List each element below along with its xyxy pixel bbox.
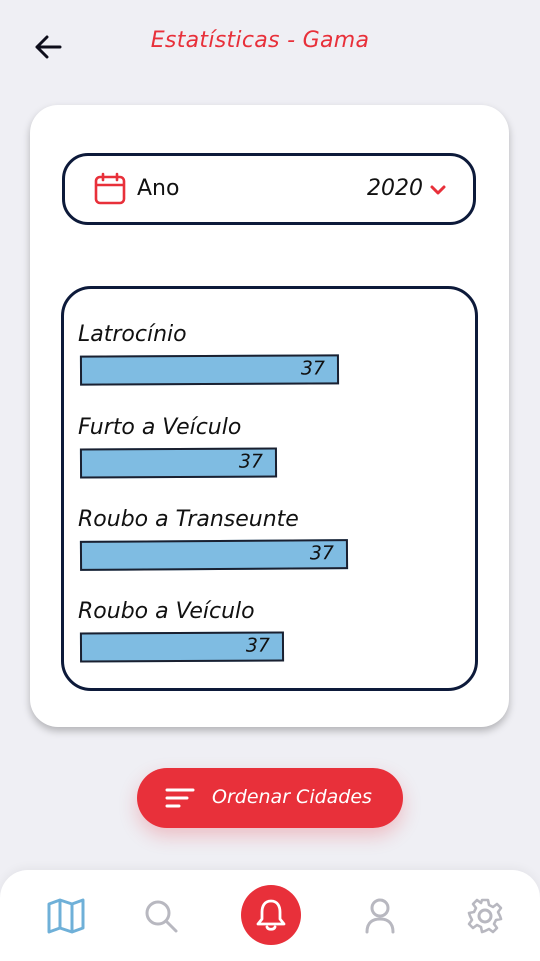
stat-label: Furto a Veículo — [78, 415, 242, 440]
year-value: 2020 — [367, 176, 423, 201]
user-icon — [365, 898, 395, 934]
order-cities-button[interactable]: Ordenar Cidades — [137, 768, 403, 828]
app-header: Estatísticas - Gama — [0, 0, 540, 90]
stat-label: Roubo a Veículo — [78, 599, 255, 624]
page-title: Estatísticas - Gama — [150, 28, 370, 53]
stat-bar: 37 — [79, 539, 349, 571]
stat-value: 37 — [300, 357, 326, 380]
stat-value: 37 — [245, 634, 271, 657]
bottom-navigation — [0, 870, 540, 961]
statistics-card: Ano 2020 Latrocínio 37 Furto a Veículo 3… — [30, 105, 509, 727]
nav-map[interactable] — [46, 896, 86, 936]
nav-profile[interactable] — [360, 896, 400, 936]
gear-icon — [467, 898, 503, 934]
bell-icon — [256, 899, 286, 931]
stat-bar: 37 — [79, 354, 340, 386]
year-select[interactable]: Ano 2020 — [62, 153, 476, 225]
stat-item-roubo-veiculo: Roubo a Veículo 37 — [78, 599, 468, 669]
stat-bar: 37 — [79, 447, 278, 479]
stat-label: Latrocínio — [78, 322, 187, 347]
calendar-icon — [94, 172, 126, 205]
chevron-down-icon — [430, 185, 446, 195]
stat-item-latrocinio: Latrocínio 37 — [78, 322, 468, 392]
search-icon — [145, 900, 178, 933]
stat-bar: 37 — [79, 631, 285, 663]
order-cities-label: Ordenar Cidades — [212, 786, 372, 808]
stat-item-roubo-transeunte: Roubo a Transeunte 37 — [78, 507, 468, 577]
stat-value: 37 — [309, 542, 335, 565]
sort-icon — [165, 788, 195, 808]
crime-stats-list: Latrocínio 37 Furto a Veículo 37 Roubo a… — [61, 286, 478, 691]
stat-label: Roubo a Transeunte — [78, 507, 299, 532]
nav-settings[interactable] — [465, 896, 505, 936]
nav-search[interactable] — [141, 896, 181, 936]
year-label: Ano — [137, 176, 180, 201]
stat-value: 37 — [238, 450, 264, 473]
map-icon — [47, 898, 85, 934]
nav-alert[interactable] — [241, 885, 301, 945]
stat-item-furto-veiculo: Furto a Veículo 37 — [78, 415, 468, 485]
